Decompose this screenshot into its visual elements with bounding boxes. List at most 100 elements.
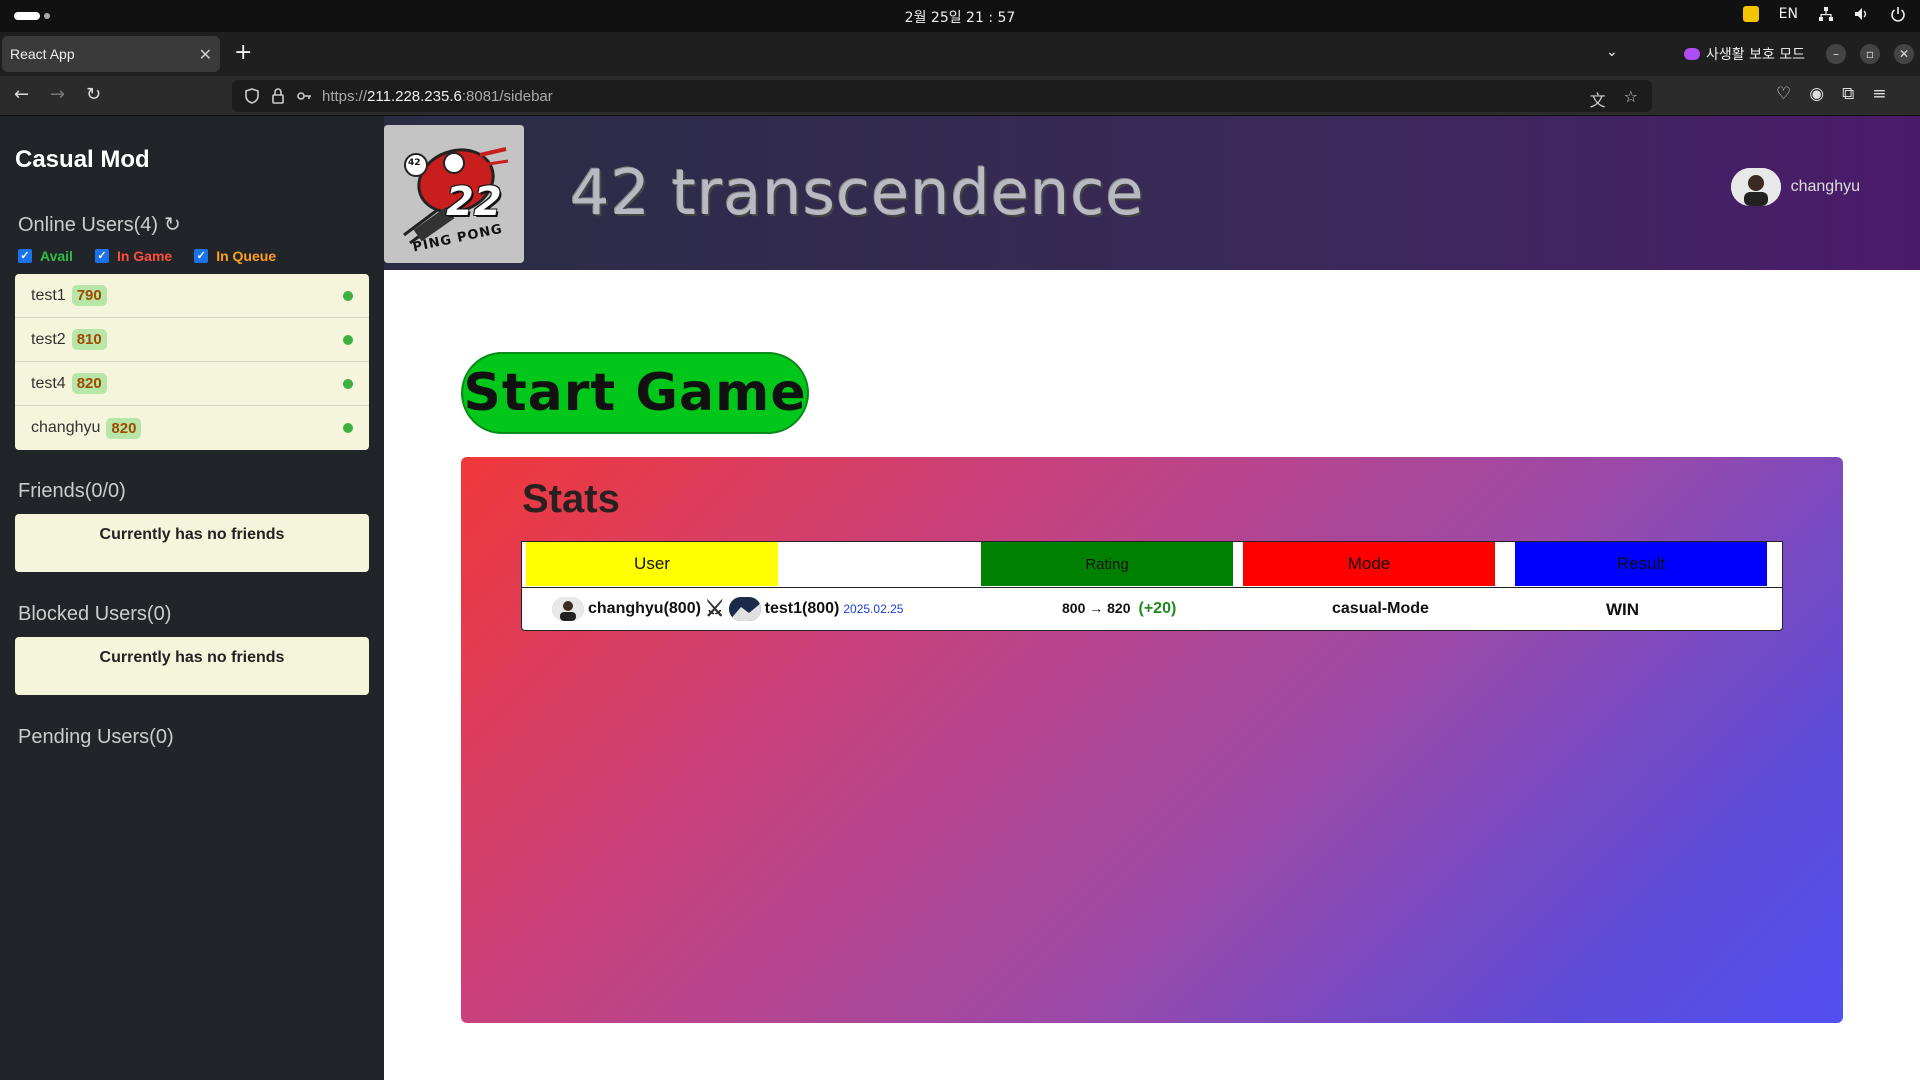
avatar[interactable]	[1730, 168, 1781, 206]
url-text[interactable]: https://211.228.235.6:8081/sidebar	[322, 88, 553, 105]
forward-icon[interactable]: →	[50, 85, 65, 105]
list-item[interactable]: test4 820	[15, 362, 369, 406]
rating-before-after: 800 → 820	[1062, 600, 1131, 616]
online-users-heading: Online Users(4) ↻	[18, 212, 181, 237]
bookmark-star-icon[interactable]: ☆	[1624, 87, 1638, 111]
browser-nav-bar: ← → ↻ https://211.228.235.6:8081/sidebar…	[0, 76, 1920, 116]
match-result: WIN	[1606, 600, 1640, 619]
online-status-dot	[343, 334, 353, 345]
extensions-icon[interactable]: ⧉	[1842, 84, 1854, 104]
match-date: 2025.02.25	[843, 602, 904, 616]
filter-in-queue[interactable]: ✓ In Queue	[194, 248, 276, 264]
os-top-bar: 2월 25일 21 : 57 EN	[0, 0, 1920, 32]
private-mode-indicator: 사생활 보호 모드	[1684, 44, 1805, 64]
os-tray[interactable]: EN	[1742, 6, 1906, 22]
power-icon[interactable]	[1890, 6, 1906, 22]
user-rating-badge: 820	[71, 373, 107, 394]
app-title: 42 transcendence	[570, 156, 1145, 229]
restore-icon[interactable]: ▫	[1860, 44, 1880, 64]
current-username[interactable]: changhyu	[1791, 178, 1860, 196]
online-status-dot	[343, 423, 353, 433]
filter-in-game-label: In Game	[116, 248, 173, 264]
filter-in-game[interactable]: ✓ In Game	[94, 248, 173, 264]
private-mode-label: 사생활 보호 모드	[1706, 47, 1806, 63]
crossed-swords-icon: ⚔	[704, 596, 725, 621]
network-icon[interactable]	[1818, 6, 1834, 22]
match-history-table: User Rating Mode Result changhyu(800) ⚔ …	[521, 541, 1783, 631]
key-icon[interactable]	[296, 88, 312, 104]
refresh-icon[interactable]: ↻	[164, 212, 181, 237]
online-users-label: Online Users(4)	[18, 214, 159, 236]
rating-delta: (+20)	[1138, 600, 1177, 617]
address-bar[interactable]: https://211.228.235.6:8081/sidebar 文 ☆	[232, 80, 1652, 112]
pocket-icon[interactable]: ♡	[1776, 84, 1791, 104]
app-header: 42 22 PING PONG 42 transcendence changhy…	[384, 116, 1920, 270]
rating-change: 800 → 820 (+20)	[1062, 600, 1176, 618]
checkbox-checked-icon[interactable]: ✓	[94, 249, 109, 263]
sidebar: Casual Mod Online Users(4) ↻ ✓ Avail ✓ In…	[0, 116, 384, 1080]
minimize-icon[interactable]: –	[1826, 44, 1846, 64]
tab-title: React App	[10, 46, 75, 62]
match-players: changhyu(800) ⚔ test1(800) 2025.02.25	[552, 596, 903, 622]
menu-icon[interactable]: ≡	[1872, 84, 1886, 104]
url-prefix: https://	[322, 87, 368, 105]
user-name: test1	[31, 286, 66, 304]
browser-tab[interactable]: React App ✕	[2, 36, 220, 72]
stats-title: Stats	[522, 477, 620, 521]
player1-name: changhyu(800)	[588, 600, 701, 617]
match-mode: casual-Mode	[1332, 600, 1429, 617]
online-status-dot	[343, 378, 353, 389]
stats-panel: Stats User Rating Mode Result changhyu(8…	[461, 457, 1843, 1023]
checkbox-checked-icon[interactable]: ✓	[18, 249, 32, 263]
main-content: Start Game Stats User Rating Mode Result…	[384, 270, 1920, 1080]
start-game-button[interactable]: Start Game	[461, 352, 809, 434]
logo-number: 22	[446, 179, 502, 225]
lock-warning-icon[interactable]	[270, 88, 286, 104]
logo-badge-text: 42	[408, 158, 421, 168]
table-row[interactable]: changhyu(800) ⚔ test1(800) 2025.02.25 80…	[521, 587, 1783, 631]
language-indicator[interactable]: EN	[1779, 6, 1798, 22]
url-path: :8081/sidebar	[461, 87, 553, 105]
ping-pong-logo[interactable]: 42 22 PING PONG	[384, 125, 524, 263]
url-host: 211.228.235.6	[367, 87, 462, 105]
blocked-users-heading: Blocked Users(0)	[18, 603, 172, 625]
shield-icon[interactable]	[244, 88, 260, 104]
volume-icon[interactable]	[1854, 6, 1870, 22]
status-filters: ✓ Avail ✓ In Game ✓ In Queue	[18, 248, 276, 264]
list-item[interactable]: test1 790	[15, 274, 369, 318]
close-tab-icon[interactable]: ✕	[199, 45, 212, 64]
column-header-mode: Mode	[1243, 542, 1495, 586]
column-header-result: Result	[1515, 542, 1767, 586]
filter-avail[interactable]: ✓ Avail	[18, 248, 73, 264]
translate-icon[interactable]: 文	[1590, 87, 1606, 111]
os-clock[interactable]: 2월 25일 21 : 57	[0, 7, 1920, 27]
close-window-icon[interactable]: ✕	[1894, 44, 1914, 64]
online-status-dot	[343, 290, 353, 301]
back-icon[interactable]: ←	[14, 85, 29, 105]
account-icon[interactable]: ◉	[1809, 84, 1824, 104]
address-bar-actions: 文 ☆	[1590, 87, 1638, 111]
filter-in-queue-label: In Queue	[216, 248, 277, 264]
list-item[interactable]: test2 810	[15, 318, 369, 362]
list-item[interactable]: changhyu 820	[15, 406, 369, 450]
pending-users-heading: Pending Users(0)	[18, 726, 174, 748]
user-rating-badge: 810	[71, 329, 107, 350]
reload-icon[interactable]: ↻	[86, 85, 101, 105]
user-rating-badge: 790	[71, 285, 107, 306]
current-user[interactable]: changhyu	[1730, 168, 1860, 206]
player1-avatar	[552, 597, 584, 621]
input-method-icon[interactable]	[1742, 6, 1759, 22]
player2-name: test1(800)	[764, 600, 840, 617]
browser-tab-strip: React App ✕ + ⌄ 사생활 보호 모드 – ▫ ✕	[0, 32, 1920, 76]
user-rating-badge: 820	[106, 417, 142, 439]
new-tab-icon[interactable]: +	[234, 42, 252, 64]
checkbox-checked-icon[interactable]: ✓	[194, 249, 209, 263]
online-users-list: test1 790 test2 810 test4 820 changhyu 8…	[15, 274, 369, 450]
friends-heading: Friends(0/0)	[18, 480, 126, 502]
user-name: test2	[31, 330, 66, 348]
user-name: changhyu	[31, 419, 101, 436]
table-header: User Rating Mode Result	[521, 541, 1783, 587]
chevron-down-icon[interactable]: ⌄	[1606, 44, 1618, 60]
private-mask-icon	[1684, 48, 1700, 60]
toolbar-actions: ♡ ◉ ⧉ ≡	[1776, 84, 1886, 104]
